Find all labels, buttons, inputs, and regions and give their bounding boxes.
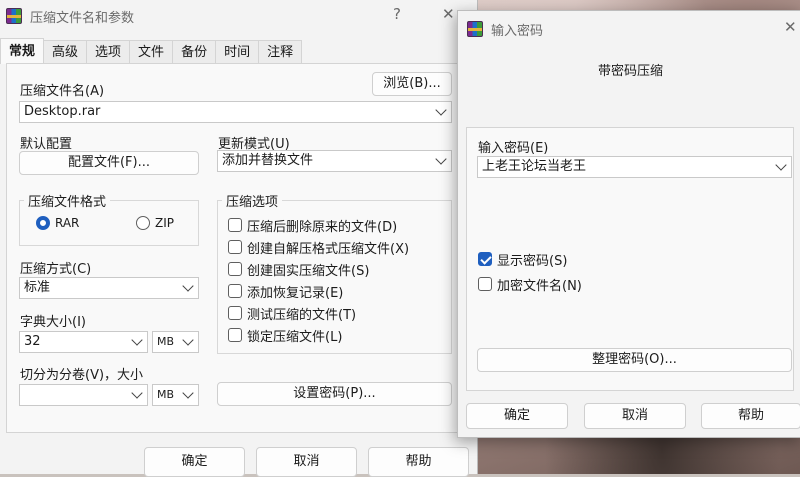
option-label: 创建固实压缩文件(S)	[247, 263, 370, 279]
checkbox-icon	[228, 218, 242, 232]
checkbox-checked-icon	[478, 252, 492, 266]
chevron-down-icon	[182, 387, 194, 399]
tab-backup[interactable]: 备份	[172, 40, 217, 64]
browse-button[interactable]: 浏览(B)...	[372, 72, 452, 96]
archive-name-combo[interactable]: Desktop.rar	[19, 101, 452, 123]
radio-selected-icon	[36, 216, 50, 230]
method-label: 压缩方式(C)	[20, 262, 92, 277]
set-password-button[interactable]: 设置密码(P)...	[217, 382, 452, 406]
format-zip-label: ZIP	[155, 216, 174, 230]
winrar-icon	[467, 21, 483, 37]
password-help-button[interactable]: 帮助	[701, 403, 800, 429]
tab-files[interactable]: 文件	[129, 40, 174, 64]
archive-format-title: 压缩文件格式	[24, 191, 111, 210]
default-profile-label: 默认配置	[20, 137, 73, 152]
checkbox-icon	[228, 328, 242, 342]
enter-password-dialog: 输入密码 ✕ 带密码压缩 输入密码(E) 上老王论坛当老王 显示密码(S) 加密…	[457, 10, 800, 438]
update-mode-select[interactable]: 添加并替换文件	[217, 150, 452, 172]
update-mode-value: 添加并替换文件	[222, 153, 314, 168]
checkbox-icon	[478, 277, 492, 291]
archive-name-label: 压缩文件名(A)	[20, 84, 105, 99]
split-volumes-label: 切分为分卷(V)，大小	[20, 368, 144, 383]
password-title: 输入密码	[491, 23, 544, 39]
method-value: 标准	[24, 280, 51, 295]
tab-bar: 常规 高级 选项 文件 备份 时间 注释	[0, 38, 303, 64]
tab-advanced[interactable]: 高级	[43, 40, 88, 64]
encrypt-filenames-label: 加密文件名(N)	[497, 278, 582, 294]
winrar-icon	[6, 8, 22, 24]
option-label: 添加恢复记录(E)	[247, 285, 344, 301]
password-ok-button[interactable]: 确定	[466, 403, 568, 429]
option-create-sfx[interactable]: 创建自解压格式压缩文件(X)	[228, 237, 409, 257]
chevron-down-icon	[182, 280, 194, 292]
split-size-select[interactable]	[19, 384, 148, 406]
encrypt-filenames-checkbox[interactable]: 加密文件名(N)	[478, 274, 582, 294]
password-titlebar: 输入密码	[458, 11, 800, 47]
help-icon[interactable]: ?	[393, 5, 401, 23]
option-delete-after[interactable]: 压缩后删除原来的文件(D)	[228, 215, 409, 235]
radio-unselected-icon	[136, 216, 150, 230]
chevron-down-icon	[182, 334, 194, 346]
compression-options-list: 压缩后删除原来的文件(D) 创建自解压格式压缩文件(X) 创建固实压缩文件(S)…	[228, 215, 409, 345]
tab-time[interactable]: 时间	[215, 40, 260, 64]
format-rar-label: RAR	[55, 216, 80, 230]
option-recovery-record[interactable]: 添加恢复记录(E)	[228, 281, 409, 301]
password-input[interactable]: 上老王论坛当老王	[477, 156, 792, 178]
tab-comment[interactable]: 注释	[258, 40, 303, 64]
password-value: 上老王论坛当老王	[482, 159, 587, 174]
dictionary-select[interactable]: 32	[19, 331, 148, 353]
close-icon[interactable]: ✕	[442, 5, 455, 23]
split-unit-value: MB	[157, 388, 175, 401]
password-heading: 带密码压缩	[597, 64, 663, 79]
option-label: 测试压缩的文件(T)	[247, 307, 357, 323]
chevron-down-icon	[435, 104, 447, 116]
option-solid-archive[interactable]: 创建固实压缩文件(S)	[228, 259, 409, 279]
checkbox-icon	[228, 240, 242, 254]
show-password-checkbox[interactable]: 显示密码(S)	[478, 249, 567, 269]
split-unit-select[interactable]: MB	[152, 384, 199, 406]
dictionary-unit-value: MB	[157, 335, 175, 348]
main-titlebar: 压缩文件名和参数	[0, 0, 477, 32]
enter-password-label: 输入密码(E)	[478, 141, 549, 156]
checkbox-icon	[228, 262, 242, 276]
tab-options[interactable]: 选项	[86, 40, 131, 64]
option-label: 压缩后删除原来的文件(D)	[247, 219, 398, 235]
archive-name-value: Desktop.rar	[24, 104, 101, 119]
tab-general[interactable]: 常规	[0, 38, 45, 64]
chevron-down-icon	[131, 387, 143, 399]
option-test-files[interactable]: 测试压缩的文件(T)	[228, 303, 409, 323]
dictionary-unit-select[interactable]: MB	[152, 331, 199, 353]
checkbox-icon	[228, 306, 242, 320]
chevron-down-icon	[775, 159, 787, 171]
dictionary-value: 32	[24, 334, 41, 349]
checkbox-icon	[228, 284, 242, 298]
organize-passwords-button[interactable]: 整理密码(O)...	[477, 348, 792, 372]
option-lock-archive[interactable]: 锁定压缩文件(L)	[228, 325, 409, 345]
password-cancel-button[interactable]: 取消	[584, 403, 686, 429]
format-rar-radio[interactable]: RAR	[36, 216, 79, 230]
close-icon[interactable]: ✕	[784, 18, 797, 36]
chevron-down-icon	[435, 153, 447, 165]
method-select[interactable]: 标准	[19, 277, 199, 299]
option-label: 锁定压缩文件(L)	[247, 329, 343, 345]
main-title: 压缩文件名和参数	[30, 10, 135, 26]
compression-options-title: 压缩选项	[222, 191, 283, 210]
option-label: 创建自解压格式压缩文件(X)	[247, 241, 410, 257]
ok-button[interactable]: 确定	[144, 447, 245, 477]
archive-name-and-parameters-dialog: 压缩文件名和参数 ? ✕ 常规 高级 选项 文件 备份 时间 注释 压缩文件名(…	[0, 0, 478, 477]
help-button[interactable]: 帮助	[368, 447, 469, 477]
cancel-button[interactable]: 取消	[256, 447, 357, 477]
format-zip-radio[interactable]: ZIP	[136, 216, 174, 230]
show-password-label: 显示密码(S)	[497, 253, 568, 269]
chevron-down-icon	[131, 334, 143, 346]
dictionary-label: 字典大小(I)	[20, 315, 86, 330]
profile-button[interactable]: 配置文件(F)...	[19, 151, 199, 175]
